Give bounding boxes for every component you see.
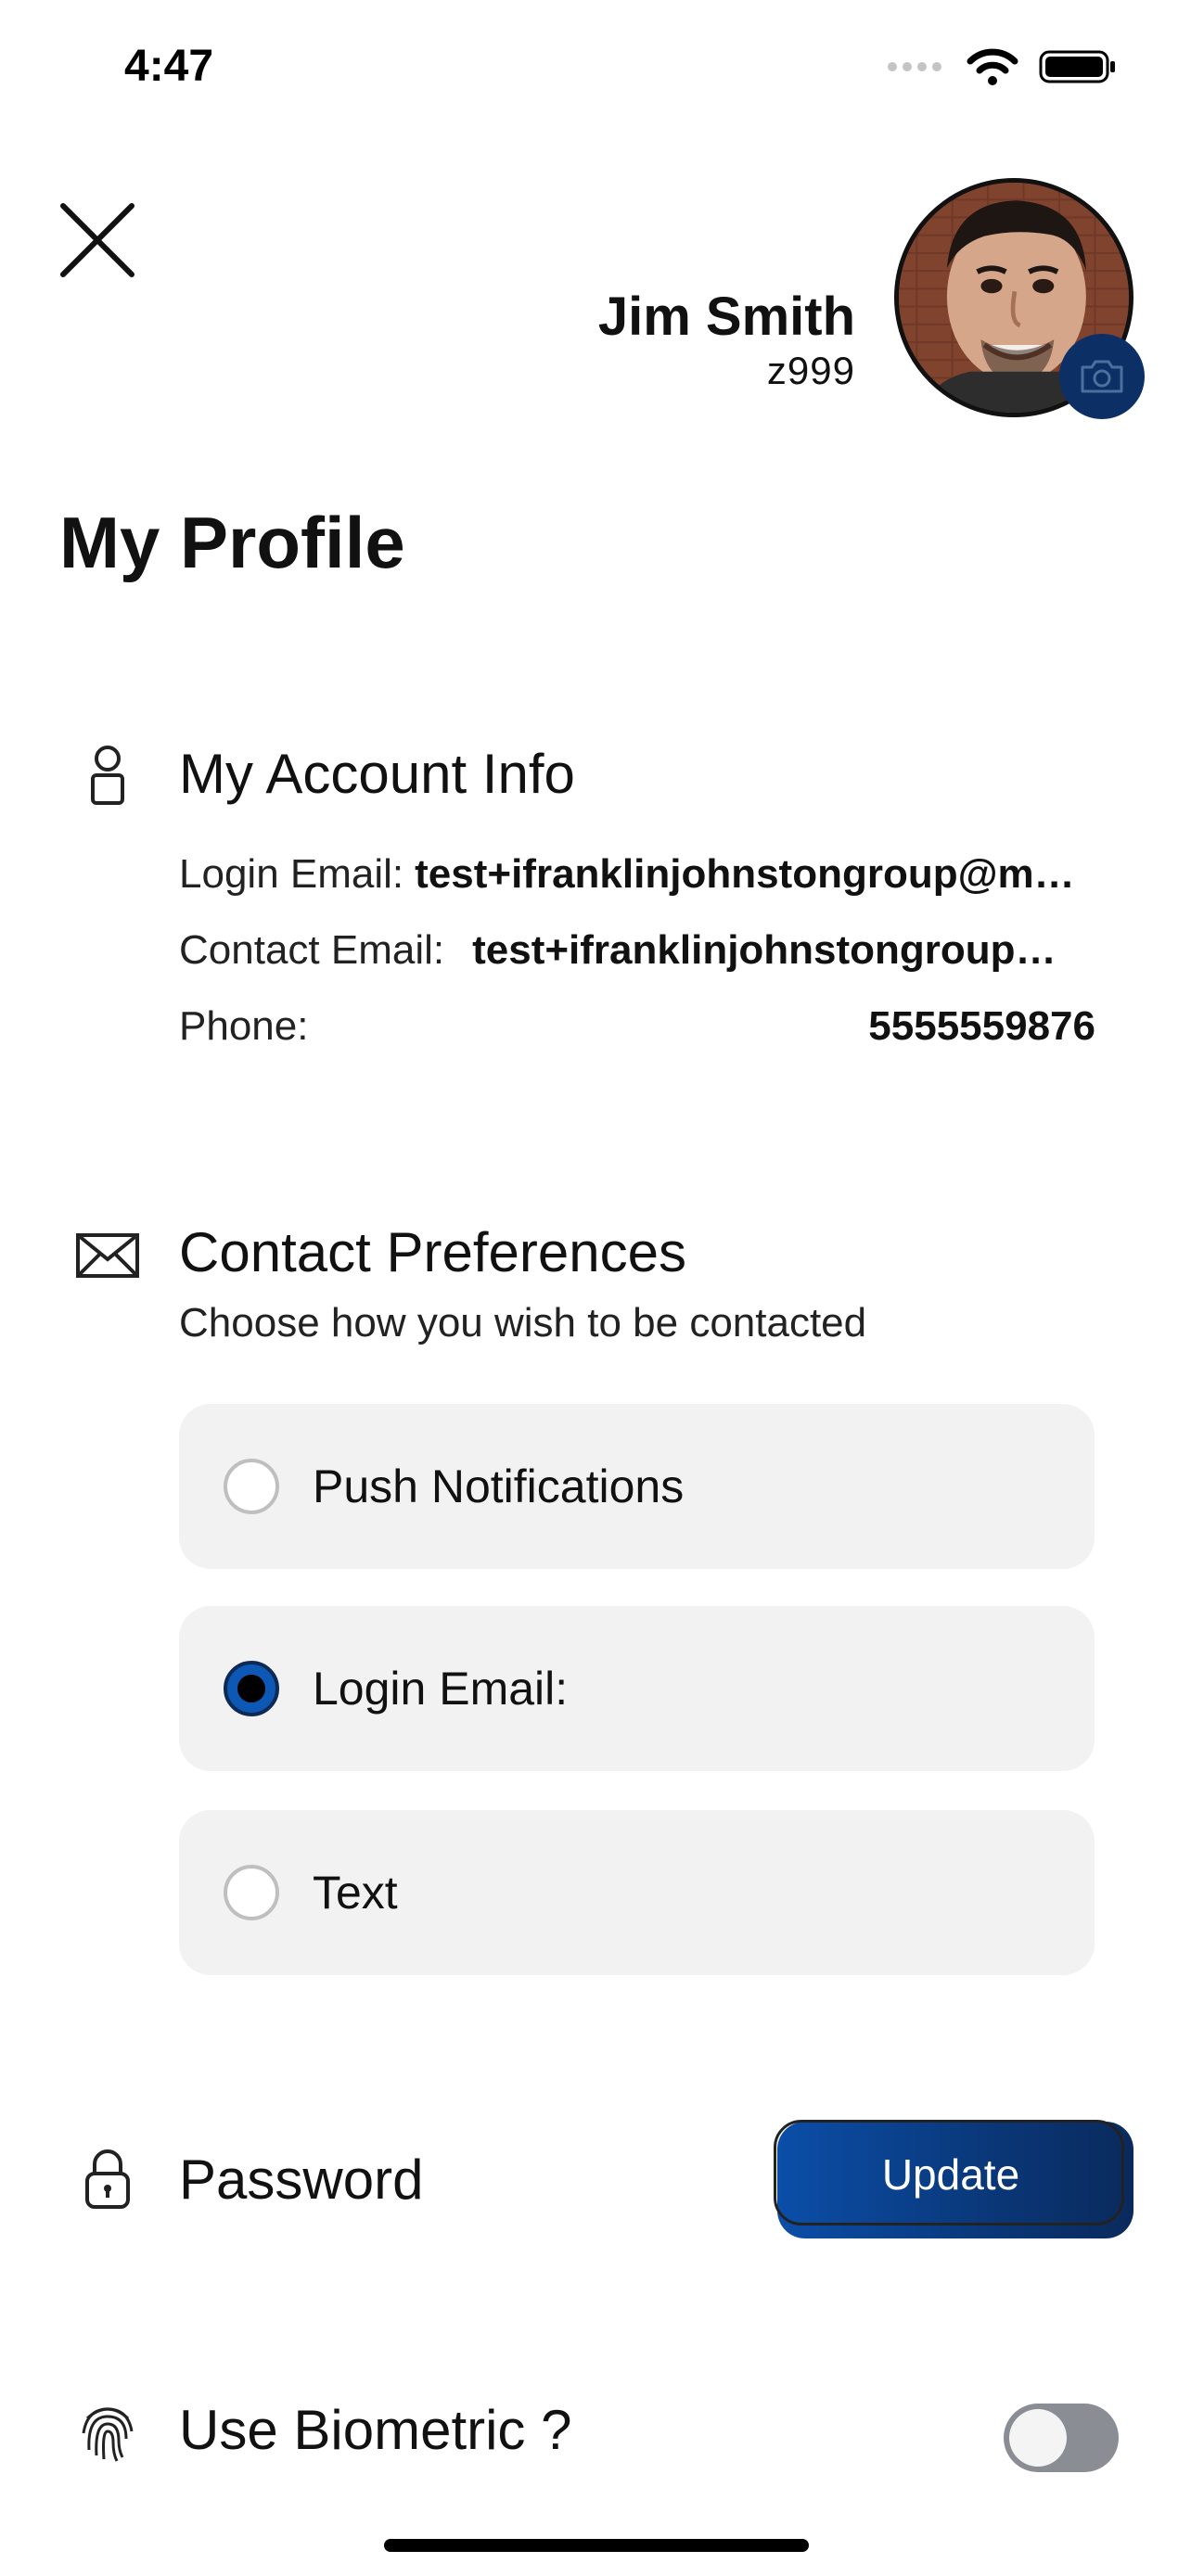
status-time: 4:47: [124, 42, 214, 91]
login-email-value: test+ifranklinjohnstongroup@mo…: [415, 851, 1095, 897]
login-email-row: Login Email: test+ifranklinjohnstongroup…: [179, 851, 1095, 907]
radio-login-email[interactable]: [224, 1661, 279, 1716]
option-push-notifications[interactable]: Push Notifications: [179, 1404, 1095, 1569]
option-login-email[interactable]: Login Email:: [179, 1606, 1095, 1771]
contact-preferences-title: Contact Preferences: [179, 1221, 686, 1283]
envelope-icon: [76, 1233, 139, 1278]
password-label: Password: [179, 2149, 424, 2211]
contact-preferences-subtitle: Choose how you wish to be contacted: [179, 1300, 867, 1345]
change-photo-button[interactable]: [1059, 334, 1145, 419]
user-name: Jim Smith: [597, 287, 855, 347]
phone-value: 5555559876: [868, 1003, 1095, 1049]
contact-email-label: Contact Email:: [179, 927, 445, 973]
contact-email-value: test+ifranklinjohnstongroup@…: [472, 927, 1095, 973]
radio-push-notifications[interactable]: [224, 1459, 279, 1514]
profile-screen: 4:47 Jim Smith z999 My Profile My Accoun…: [0, 0, 1191, 2576]
contact-email-row: Contact Email: test+ifranklinjohnstongro…: [179, 927, 1095, 983]
camera-icon: [1081, 360, 1123, 393]
close-icon[interactable]: [56, 198, 139, 282]
page-title: My Profile: [59, 502, 405, 583]
login-email-label: Login Email:: [179, 851, 404, 897]
cellular-signal-icon: [888, 62, 941, 71]
option-label: Text: [313, 1867, 398, 1919]
radio-text[interactable]: [224, 1865, 279, 1920]
battery-icon: [1039, 50, 1115, 83]
biometric-toggle[interactable]: [1004, 2404, 1119, 2472]
lock-icon: [85, 2149, 130, 2209]
update-password-button[interactable]: [777, 2122, 1133, 2238]
phone-row: Phone: 5555559876: [179, 1003, 1095, 1059]
status-icons: [887, 46, 1117, 87]
account-info-title: My Account Info: [179, 743, 575, 805]
phone-label: Phone:: [179, 1003, 309, 1049]
wifi-icon: [967, 48, 1018, 85]
person-icon: [91, 746, 124, 805]
home-indicator: [384, 2539, 809, 2552]
option-label: Push Notifications: [313, 1460, 685, 1512]
fingerprint-icon: [82, 2407, 134, 2462]
option-label: Login Email:: [313, 1663, 569, 1715]
biometric-label: Use Biometric ?: [179, 2399, 572, 2461]
user-id: z999: [766, 349, 855, 392]
toggle-knob: [1009, 2409, 1067, 2467]
option-text[interactable]: Text: [179, 1810, 1095, 1975]
